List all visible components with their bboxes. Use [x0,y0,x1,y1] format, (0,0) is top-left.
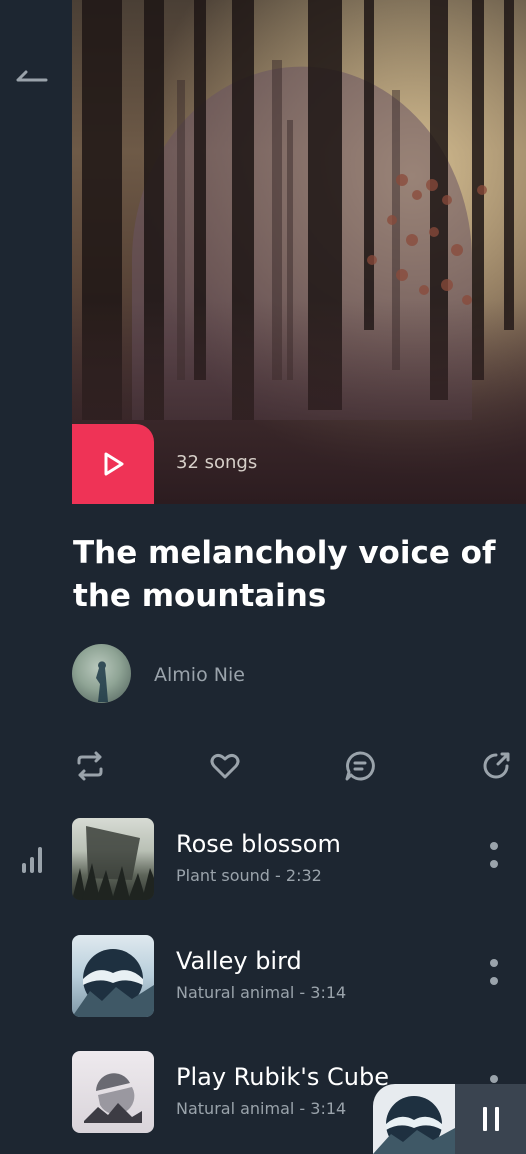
track-thumbnail [72,1051,154,1133]
mini-player[interactable] [373,1084,526,1154]
action-bar [0,750,526,786]
artist-avatar[interactable] [72,644,131,703]
artist-name[interactable]: Almio Nie [154,664,245,686]
more-vertical-icon[interactable] [488,959,500,993]
pause-icon [482,1107,499,1131]
back-button[interactable] [16,66,48,86]
comment-button[interactable] [344,750,376,782]
like-button[interactable] [209,750,241,782]
track-subtitle: Natural animal - 3:14 [176,1099,347,1118]
track-thumbnail [72,935,154,1017]
more-vertical-icon[interactable] [488,842,500,876]
mini-player-artwork[interactable] [373,1084,455,1154]
pause-button[interactable] [455,1084,526,1154]
track-thumbnail [72,818,154,900]
play-icon [104,452,124,476]
play-button[interactable] [72,424,154,504]
repeat-button[interactable] [74,750,106,782]
playlist-title: The melancholy voice of the mountains [73,535,496,614]
track-subtitle: Plant sound - 2:32 [176,866,322,885]
heart-icon [210,753,240,779]
comment-icon [345,751,375,781]
share-button[interactable] [480,750,512,782]
track-row[interactable]: Rose blossom Plant sound - 2:32 [0,818,526,900]
song-count: 32 songs [176,452,258,473]
track-title: Play Rubik's Cube [176,1063,389,1091]
track-subtitle: Natural animal - 3:14 [176,983,347,1002]
track-title: Rose blossom [176,830,341,858]
repeat-icon [77,751,103,781]
share-icon [483,752,510,779]
back-arrow-icon [16,70,48,82]
track-row[interactable]: Valley bird Natural animal - 3:14 [0,935,526,1017]
track-title: Valley bird [176,947,302,975]
